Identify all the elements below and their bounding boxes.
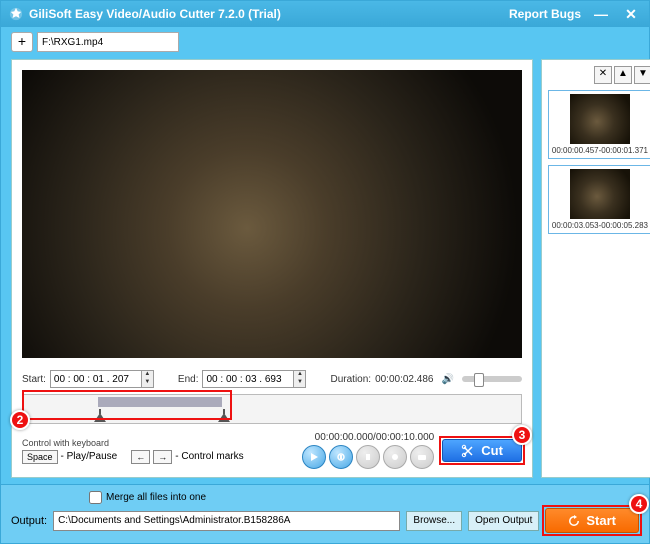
scissors-icon bbox=[461, 444, 475, 458]
start-label: Start bbox=[586, 513, 616, 528]
window-title: GiliSoft Easy Video/Audio Cutter 7.2.0 (… bbox=[29, 7, 281, 21]
annotation-badge-3: 3 bbox=[512, 425, 532, 445]
timecode-display: 00:00:00.000/00:00:10.000 bbox=[315, 432, 435, 443]
start-label: Start: bbox=[22, 374, 46, 385]
stop-button[interactable] bbox=[329, 445, 353, 469]
annotation-badge-2: 2 bbox=[10, 410, 30, 430]
clip-delete-button[interactable]: ✕ bbox=[594, 66, 612, 84]
report-bugs-link[interactable]: Report Bugs bbox=[509, 7, 581, 21]
cut-label: Cut bbox=[481, 443, 503, 458]
clips-panel: ✕ ▲ ▼ 00:00:00.457-00:00:01.371 00:00:03… bbox=[541, 59, 650, 478]
clip-down-button[interactable]: ▼ bbox=[634, 66, 650, 84]
cut-button[interactable]: Cut bbox=[442, 439, 522, 462]
play-button[interactable] bbox=[302, 445, 326, 469]
video-preview[interactable] bbox=[22, 70, 522, 358]
mark-in-button[interactable] bbox=[356, 445, 380, 469]
playback-buttons bbox=[302, 445, 434, 469]
start-spin-down[interactable]: ▼ bbox=[141, 379, 153, 387]
start-handle[interactable] bbox=[93, 409, 107, 423]
start-button[interactable]: Start bbox=[545, 508, 639, 533]
start-time-input[interactable] bbox=[51, 373, 141, 386]
refresh-icon bbox=[568, 515, 580, 527]
annotation-badge-4: 4 bbox=[629, 494, 649, 514]
volume-slider[interactable] bbox=[462, 376, 522, 382]
space-hint: - Play/Pause bbox=[61, 451, 118, 462]
output-bar: Merge all files into one Output: Browse.… bbox=[1, 484, 649, 543]
video-frame bbox=[22, 70, 522, 358]
duration-label: Duration: bbox=[330, 374, 371, 385]
close-button[interactable]: ✕ bbox=[621, 6, 641, 23]
clips-toolbar: ✕ ▲ ▼ bbox=[548, 66, 650, 84]
start-spin-up[interactable]: ▲ bbox=[141, 371, 153, 379]
kb-title: Control with keyboard bbox=[22, 438, 244, 448]
clip-item[interactable]: 00:00:00.457-00:00:01.371 bbox=[548, 90, 650, 159]
right-key: → bbox=[153, 450, 172, 464]
preview-panel: Start: ▲▼ End: ▲▼ Duration: 00:00:02.486… bbox=[11, 59, 533, 478]
left-key: ← bbox=[131, 450, 150, 464]
space-key: Space bbox=[22, 450, 58, 464]
clip-thumbnail bbox=[570, 94, 630, 144]
selection-range[interactable] bbox=[98, 397, 222, 407]
end-label: End: bbox=[178, 374, 199, 385]
file-path-input[interactable] bbox=[37, 32, 179, 52]
app-window: GiliSoft Easy Video/Audio Cutter 7.2.0 (… bbox=[0, 0, 650, 544]
work-area: Start: ▲▼ End: ▲▼ Duration: 00:00:02.486… bbox=[1, 53, 649, 484]
open-output-button[interactable]: Open Output bbox=[468, 511, 539, 531]
mark-out-button[interactable] bbox=[383, 445, 407, 469]
output-label: Output: bbox=[11, 515, 47, 527]
output-path-input[interactable] bbox=[53, 511, 400, 531]
clip-thumbnail bbox=[570, 169, 630, 219]
titlebar: GiliSoft Easy Video/Audio Cutter 7.2.0 (… bbox=[1, 1, 649, 27]
volume-icon[interactable]: 🔊 bbox=[441, 374, 453, 385]
minimize-button[interactable]: — bbox=[591, 6, 611, 22]
clip-item[interactable]: 00:00:03.053-00:00:05.283 bbox=[548, 165, 650, 234]
timeline-track[interactable] bbox=[22, 394, 522, 424]
end-handle[interactable] bbox=[217, 409, 231, 423]
marks-hint: - Control marks bbox=[175, 451, 243, 462]
timeline-wrap: 2 bbox=[12, 390, 532, 428]
merge-label: Merge all files into one bbox=[106, 492, 206, 503]
clip-range: 00:00:03.053-00:00:05.283 bbox=[552, 221, 648, 230]
duration-value: 00:00:02.486 bbox=[375, 374, 433, 385]
clip-up-button[interactable]: ▲ bbox=[614, 66, 632, 84]
end-spin-up[interactable]: ▲ bbox=[293, 371, 305, 379]
file-bar: + bbox=[1, 27, 649, 53]
add-file-button[interactable]: + bbox=[11, 32, 33, 52]
app-logo-icon bbox=[9, 7, 23, 21]
keyboard-hints: Control with keyboard Space - Play/Pause… bbox=[22, 438, 244, 464]
merge-checkbox[interactable] bbox=[89, 491, 102, 504]
snapshot-button[interactable] bbox=[410, 445, 434, 469]
end-spin-down[interactable]: ▼ bbox=[293, 379, 305, 387]
end-time-input[interactable] bbox=[203, 373, 293, 386]
time-controls: Start: ▲▼ End: ▲▼ Duration: 00:00:02.486… bbox=[12, 368, 532, 390]
browse-button[interactable]: Browse... bbox=[406, 511, 462, 531]
controls-row: Control with keyboard Space - Play/Pause… bbox=[12, 428, 532, 477]
clip-range: 00:00:00.457-00:00:01.371 bbox=[552, 146, 648, 155]
